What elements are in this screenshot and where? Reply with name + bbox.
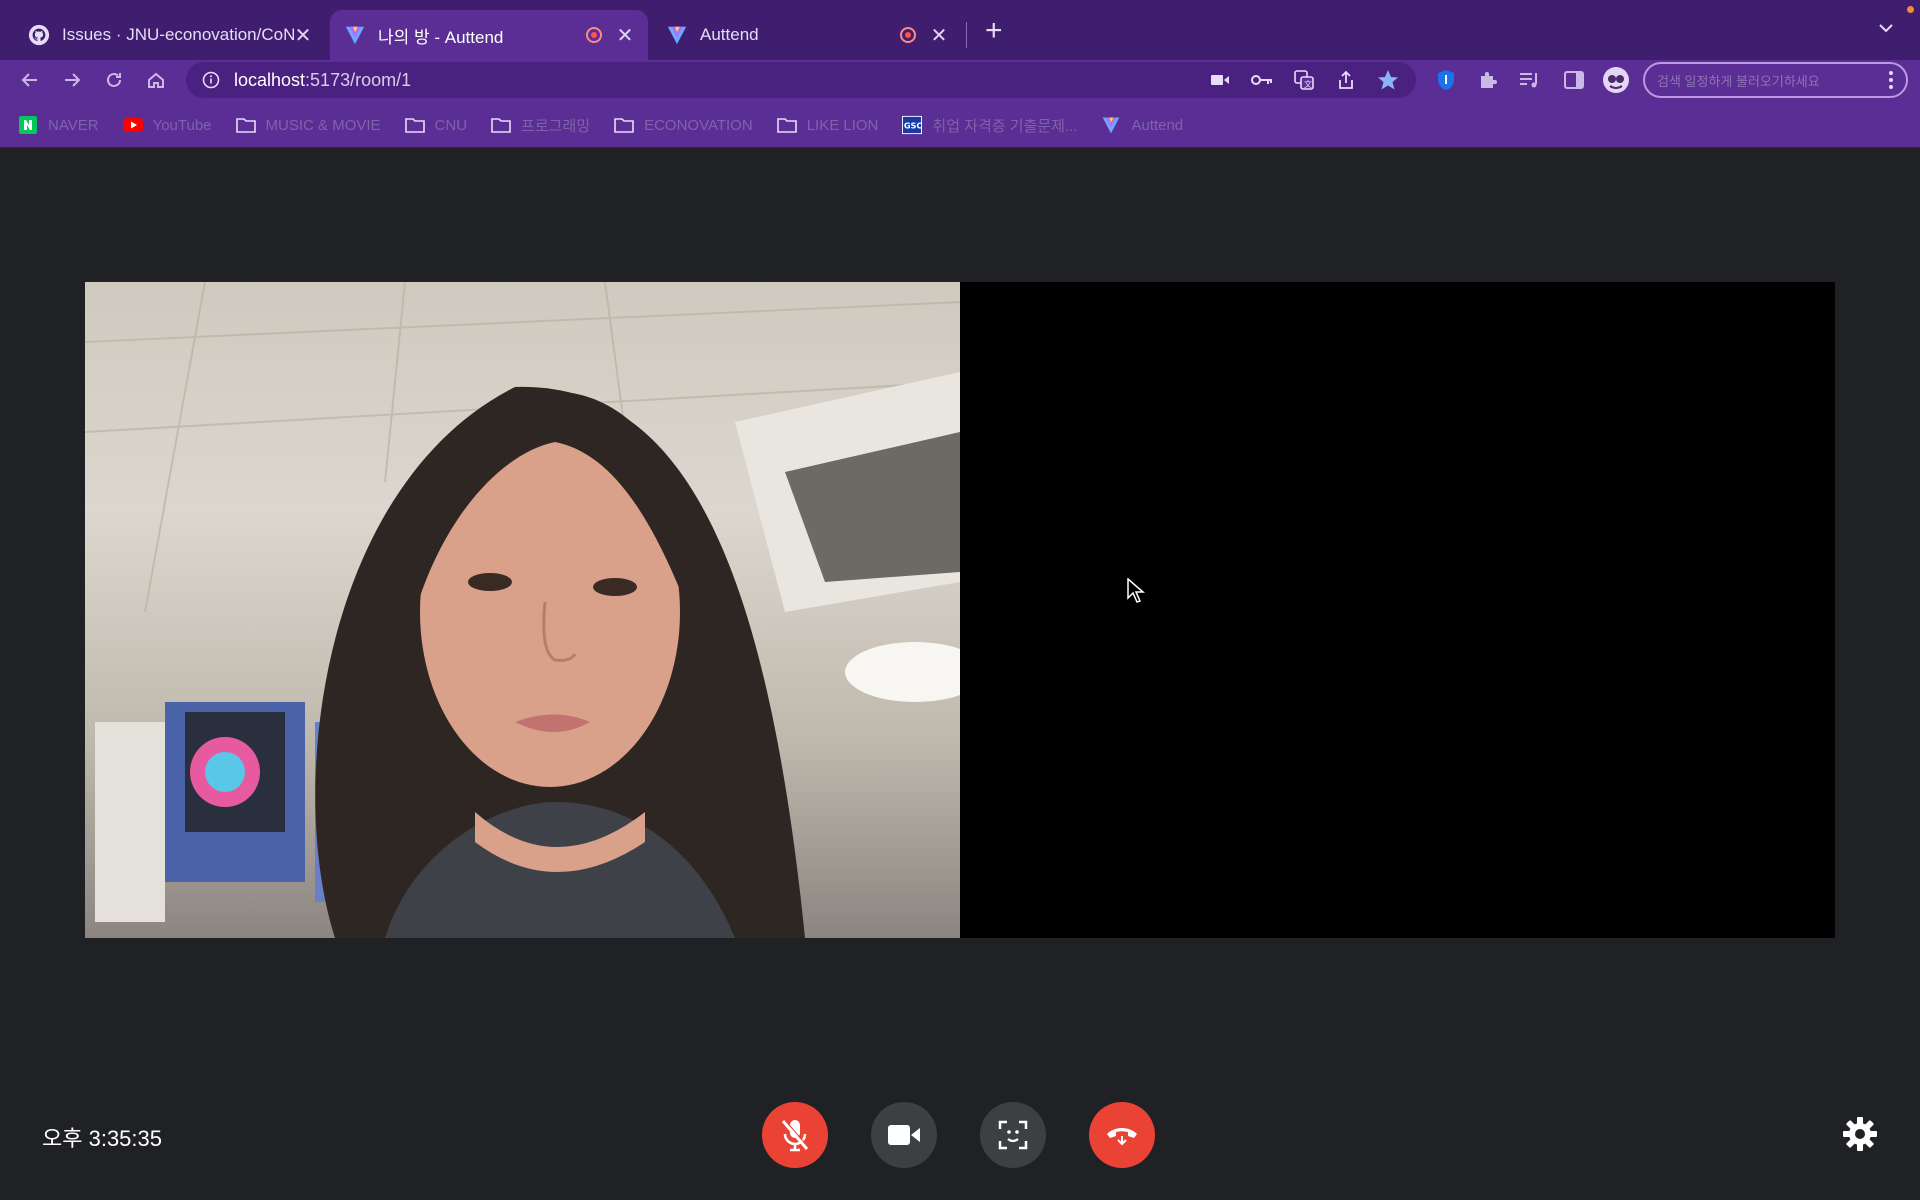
tab-auttend[interactable]: Auttend ✕ bbox=[652, 10, 962, 60]
media-queue-icon[interactable] bbox=[1516, 66, 1544, 94]
new-tab-button[interactable]: + bbox=[985, 16, 1003, 46]
svg-text:GSC: GSC bbox=[904, 121, 922, 131]
close-tab-icon[interactable]: ✕ bbox=[616, 23, 634, 48]
current-time: 오후 3:35:35 bbox=[42, 1126, 162, 1151]
url-host: localhost bbox=[234, 69, 306, 90]
bookmark-label: LIKE LION bbox=[806, 116, 879, 134]
hang-up-button[interactable] bbox=[1089, 1102, 1155, 1168]
bookmark-folder-programming[interactable]: 프로그래밍 bbox=[491, 115, 590, 136]
auttend-icon bbox=[1101, 116, 1121, 134]
bookmark-label: YouTube bbox=[152, 116, 212, 134]
recording-indicator-icon bbox=[586, 27, 602, 43]
browser-chrome: Issues · JNU-econovation/CoN ✕ 나의 방 - Au… bbox=[0, 0, 1920, 148]
reload-icon bbox=[107, 72, 121, 87]
tab-title: 나의 방 - Auttend bbox=[378, 27, 504, 47]
bookmark-folder-music-movie[interactable]: MUSIC & MOVIE bbox=[235, 116, 381, 134]
bookmark-folder-econovation[interactable]: ECONOVATION bbox=[614, 116, 753, 134]
side-panel-icon[interactable] bbox=[1560, 66, 1588, 94]
video-camera-icon bbox=[888, 1125, 920, 1145]
video-grid bbox=[85, 282, 1835, 938]
face-scan-icon bbox=[998, 1120, 1028, 1150]
close-tab-icon[interactable]: ✕ bbox=[294, 23, 312, 48]
camera-in-use-icon[interactable] bbox=[1208, 68, 1232, 92]
face-scan-button[interactable] bbox=[980, 1102, 1046, 1168]
bookmark-label: 취업 자격증 기출문제... bbox=[932, 117, 1078, 135]
url-text: localhost:5173/room/1 bbox=[234, 70, 411, 91]
password-manager-extension-icon[interactable] bbox=[1432, 66, 1460, 94]
home-icon bbox=[148, 72, 164, 88]
tab-title: Issues · JNU-econovation/CoN bbox=[62, 25, 294, 44]
more-menu-icon[interactable] bbox=[1888, 70, 1894, 90]
bookmark-youtube[interactable]: YouTube bbox=[122, 116, 212, 134]
bookmark-label: MUSIC & MOVIE bbox=[265, 116, 381, 134]
tab-title: Auttend bbox=[700, 25, 759, 44]
mouse-cursor-icon bbox=[1127, 578, 1145, 603]
folder-icon bbox=[776, 116, 797, 134]
share-icon[interactable] bbox=[1334, 68, 1358, 92]
naver-icon bbox=[18, 116, 38, 134]
webcam-person-image bbox=[85, 282, 960, 938]
toolbar-divider bbox=[0, 147, 1920, 148]
arrow-left-icon bbox=[21, 73, 37, 87]
recording-indicator-icon bbox=[900, 27, 916, 43]
youtube-icon bbox=[122, 116, 143, 134]
reload-button[interactable] bbox=[100, 66, 128, 94]
translate-icon[interactable]: 文 bbox=[1292, 68, 1316, 92]
mute-mic-button[interactable] bbox=[762, 1102, 828, 1168]
bookmarks-bar: NAVER YouTube MUSIC & MOVIE CNU 프로그래밍 EC… bbox=[18, 112, 1183, 138]
forward-button[interactable] bbox=[58, 66, 86, 94]
extensions-puzzle-icon[interactable] bbox=[1474, 66, 1502, 94]
gsc-icon: GSC bbox=[902, 115, 923, 135]
bookmark-label: Auttend bbox=[1131, 116, 1184, 134]
arrow-right-icon bbox=[65, 73, 81, 87]
back-button[interactable] bbox=[16, 66, 44, 94]
folder-icon bbox=[491, 116, 511, 134]
bookmark-auttend[interactable]: Auttend bbox=[1101, 116, 1183, 134]
camera-button[interactable] bbox=[871, 1102, 937, 1168]
phone-hangup-icon bbox=[1107, 1128, 1137, 1146]
profile-search-pill[interactable]: 검색 일정하게 불러오기하세요 bbox=[1643, 62, 1908, 98]
auttend-logo-icon bbox=[667, 26, 687, 45]
bookmark-naver[interactable]: NAVER bbox=[18, 116, 99, 134]
bookmark-star-icon[interactable] bbox=[1376, 68, 1400, 92]
folder-icon bbox=[235, 116, 256, 134]
address-bar[interactable]: localhost:5173/room/1 文 bbox=[186, 62, 1416, 98]
bookmark-label: ECONOVATION bbox=[644, 116, 753, 134]
remote-video-feed bbox=[960, 282, 1835, 938]
url-path: :5173/room/1 bbox=[305, 69, 412, 90]
settings-gear-icon[interactable] bbox=[1843, 1117, 1877, 1151]
notification-dot bbox=[1907, 6, 1914, 13]
folder-icon bbox=[614, 116, 634, 134]
tab-my-room[interactable]: 나의 방 - Auttend ✕ bbox=[330, 10, 648, 60]
profile-avatar[interactable] bbox=[1602, 66, 1630, 94]
auttend-logo-icon bbox=[345, 26, 365, 45]
bookmark-folder-like-lion[interactable]: LIKE LION bbox=[776, 116, 879, 134]
tab-strip: Issues · JNU-econovation/CoN ✕ 나의 방 - Au… bbox=[0, 0, 1920, 60]
tab-separator bbox=[966, 22, 967, 48]
info-icon[interactable] bbox=[202, 71, 220, 89]
home-button[interactable] bbox=[142, 66, 170, 94]
call-controls bbox=[762, 1102, 1155, 1168]
svg-text:文: 文 bbox=[1304, 79, 1312, 89]
password-key-icon[interactable] bbox=[1250, 68, 1274, 92]
folder-icon bbox=[404, 116, 425, 134]
close-tab-icon[interactable]: ✕ bbox=[930, 23, 948, 48]
mic-off-icon bbox=[781, 1119, 810, 1152]
bookmark-gsc[interactable]: GSC 취업 자격증 기출문제... bbox=[902, 115, 1077, 136]
tab-github-issues[interactable]: Issues · JNU-econovation/CoN ✕ bbox=[14, 10, 326, 60]
github-icon bbox=[28, 24, 50, 46]
bookmark-label: CNU bbox=[434, 116, 468, 134]
tab-search-chevron-icon[interactable] bbox=[1878, 22, 1894, 34]
local-video-feed bbox=[85, 282, 960, 938]
profile-search-text: 검색 일정하게 불러오기하세요 bbox=[1657, 73, 1820, 89]
bookmark-label: 프로그래밍 bbox=[521, 117, 591, 135]
bookmark-label: NAVER bbox=[48, 116, 99, 134]
bookmark-folder-cnu[interactable]: CNU bbox=[404, 116, 468, 134]
